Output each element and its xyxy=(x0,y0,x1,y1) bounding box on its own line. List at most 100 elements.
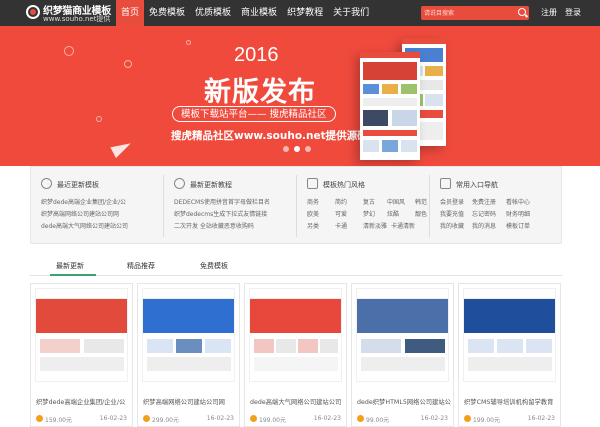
tab-featured[interactable]: 精品推荐 xyxy=(127,261,155,271)
tutorial-link[interactable]: DEDECMS使用拼音首字母做栏目名 xyxy=(174,197,270,206)
shortcut-link[interactable]: 看帐中心 xyxy=(506,197,530,206)
product-thumbnail[interactable] xyxy=(356,288,449,382)
slider-dots xyxy=(283,146,311,152)
main-nav: 首页 免费模板 优质模板 商业模板 织梦教程 关于我们 xyxy=(116,0,374,26)
coin-icon xyxy=(36,415,43,422)
product-card[interactable]: 织梦高端网络公司建站公司网 299.00元 16-02-23 xyxy=(137,283,240,427)
clock-icon xyxy=(174,178,185,189)
product-tabs: 最新更新 精品推荐 免费模板 xyxy=(30,258,562,276)
product-title[interactable]: dede高端大气网络公司建站公司 xyxy=(250,397,345,406)
style-tag[interactable]: 炫酷 xyxy=(387,209,399,218)
product-title[interactable]: 织梦CMS辅导培训机构留学教育 xyxy=(464,397,559,406)
style-tag[interactable]: 欧美 xyxy=(307,209,319,218)
nav-quality-templates[interactable]: 优质模板 xyxy=(190,0,236,26)
style-tag[interactable]: 商务 xyxy=(307,197,319,206)
nav-business-templates[interactable]: 商业模板 xyxy=(236,0,282,26)
latest-template-link[interactable]: 织梦高端网络公司建站公司网 xyxy=(41,209,119,218)
decor-circle xyxy=(124,60,132,68)
column-title: 模板热门风格 xyxy=(323,181,365,189)
style-tag[interactable]: 卡通 xyxy=(335,221,347,230)
hero-banner[interactable]: 2016 新版发布 模板下载站平台—— 搜虎精品社区 搜虎精品社区www.sou… xyxy=(0,26,600,166)
search-box xyxy=(421,6,529,20)
register-link[interactable]: 注册 xyxy=(541,0,557,26)
product-price: 199.00元 xyxy=(259,417,286,424)
shortcuts-column: 常用入口导航 会员登录 免费注册 看帐中心 我要充值 忘记密码 财务明细 我的收… xyxy=(430,167,563,243)
clock-icon xyxy=(41,178,52,189)
latest-tutorials-column: 最新更新教程 DEDECMS使用拼音首字母做栏目名 织梦dedecms生成下拉式… xyxy=(164,167,297,243)
slide-dot[interactable] xyxy=(305,146,311,152)
product-price: 199.00元 xyxy=(473,417,500,424)
paper-plane-icon xyxy=(110,138,134,158)
quick-links-panel: 最近更新模板 织梦dede高端企业集团/企业/公 织梦高端网络公司建站公司网 d… xyxy=(30,166,562,244)
document-icon xyxy=(440,178,451,189)
product-title[interactable]: 织梦dede高端企业集团/企业/公 xyxy=(36,397,131,406)
style-tag[interactable]: 韩范 xyxy=(415,197,427,206)
shortcut-link[interactable]: 我的消息 xyxy=(472,221,496,230)
shortcut-link[interactable]: 财务明细 xyxy=(506,209,530,218)
style-tag[interactable]: 另类 xyxy=(307,221,319,230)
shortcut-link[interactable]: 忘记密码 xyxy=(472,209,496,218)
banner-pill: 模板下载站平台—— 搜虎精品社区 xyxy=(172,106,336,122)
top-navbar: 织梦猫商业模板 www.souho.net提供 首页 免费模板 优质模板 商业模… xyxy=(0,0,600,26)
shortcut-link[interactable]: 免费注册 xyxy=(472,197,496,206)
product-card[interactable]: dede高端大气网络公司建站公司 199.00元 16-02-23 xyxy=(244,283,347,427)
product-title[interactable]: dede织梦HTML5网络公司建站公 xyxy=(357,397,452,406)
banner-year: 2016 xyxy=(234,44,279,66)
product-date: 16-02-23 xyxy=(99,415,127,422)
logo-subtitle: www.souho.net提供 xyxy=(43,15,111,23)
style-tag[interactable]: 清新淡雅 xyxy=(363,221,387,230)
coin-icon xyxy=(250,415,257,422)
styles-column: 模板热门风格 商务 简约 复古 中国风 韩范 欧美 可爱 梦幻 炫酷 靓色 另类… xyxy=(297,167,430,243)
nav-free-templates[interactable]: 免费模板 xyxy=(144,0,190,26)
product-date: 16-02-23 xyxy=(313,415,341,422)
coin-icon xyxy=(464,415,471,422)
search-icon[interactable] xyxy=(518,8,526,16)
shortcut-link[interactable]: 模板订单 xyxy=(506,221,530,230)
search-input[interactable] xyxy=(424,7,512,19)
latest-template-link[interactable]: dede高端大气网络公司建站公司 xyxy=(41,221,128,230)
style-tag[interactable]: 可爱 xyxy=(335,209,347,218)
coin-icon xyxy=(357,415,364,422)
shortcut-link[interactable]: 会员登录 xyxy=(440,197,464,206)
product-title[interactable]: 织梦高端网络公司建站公司网 xyxy=(143,397,238,406)
login-link[interactable]: 登录 xyxy=(565,0,581,26)
product-date: 16-02-23 xyxy=(206,415,234,422)
banner-tagline: 搜虎精品社区www.souho.net提供源码 xyxy=(171,130,368,142)
product-card[interactable]: 织梦CMS辅导培训机构留学教育 199.00元 16-02-23 xyxy=(458,283,561,427)
tutorial-link[interactable]: 织梦dedecms生成下拉式友情链接 xyxy=(174,209,267,218)
style-tag[interactable]: 靓色 xyxy=(415,209,427,218)
site-logo[interactable]: 织梦猫商业模板 www.souho.net提供 xyxy=(26,2,112,24)
product-card[interactable]: dede织梦HTML5网络公司建站公 99.00元 16-02-23 xyxy=(351,283,454,427)
product-thumbnail[interactable] xyxy=(142,288,235,382)
nav-tutorials[interactable]: 织梦教程 xyxy=(282,0,328,26)
style-tag[interactable]: 简约 xyxy=(335,197,347,206)
tutorial-link[interactable]: 二次开发 全站收藏恶意收购码 xyxy=(174,221,254,230)
style-tag[interactable]: 复古 xyxy=(363,197,375,206)
latest-templates-column: 最近更新模板 织梦dede高端企业集团/企业/公 织梦高端网络公司建站公司网 d… xyxy=(31,167,164,243)
product-thumbnail[interactable] xyxy=(249,288,342,382)
product-price: 99.00元 xyxy=(366,417,390,424)
banner-headline: 新版发布 xyxy=(204,77,316,108)
style-tag[interactable]: 卡通清新 xyxy=(391,221,415,230)
coin-icon xyxy=(143,415,150,422)
product-card[interactable]: 织梦dede高端企业集团/企业/公 159.00元 16-02-23 xyxy=(30,283,133,427)
tab-free[interactable]: 免费模板 xyxy=(200,261,228,271)
nav-home[interactable]: 首页 xyxy=(116,0,145,26)
nav-about[interactable]: 关于我们 xyxy=(328,0,374,26)
slide-dot[interactable] xyxy=(283,146,289,152)
latest-template-link[interactable]: 织梦dede高端企业集团/企业/公 xyxy=(41,197,126,206)
shortcut-link[interactable]: 我的收藏 xyxy=(440,221,464,230)
logo-mark-icon xyxy=(26,5,40,19)
product-price: 159.00元 xyxy=(45,417,72,424)
tab-latest[interactable]: 最新更新 xyxy=(56,261,84,271)
decor-circle xyxy=(96,116,102,122)
product-thumbnail[interactable] xyxy=(35,288,128,382)
slide-dot-active[interactable] xyxy=(294,146,300,152)
product-thumbnail[interactable] xyxy=(463,288,556,382)
column-title: 最近更新模板 xyxy=(57,181,99,189)
shortcut-link[interactable]: 我要充值 xyxy=(440,209,464,218)
style-tag[interactable]: 梦幻 xyxy=(363,209,375,218)
active-tab-indicator xyxy=(50,274,96,276)
product-price: 299.00元 xyxy=(152,417,179,424)
style-tag[interactable]: 中国风 xyxy=(387,197,405,206)
